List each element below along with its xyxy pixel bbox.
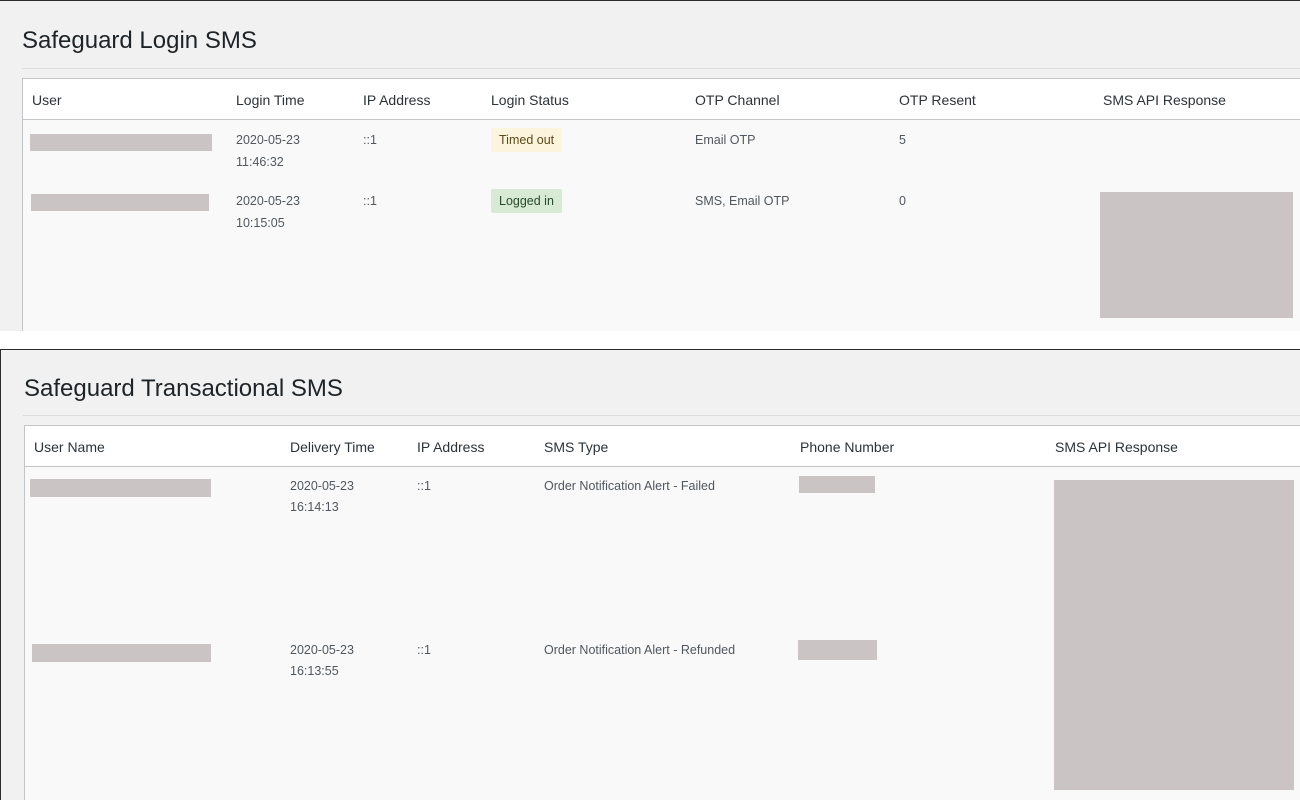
column-header-sms-api-response[interactable]: SMS API Response xyxy=(1103,91,1226,109)
transactional-sms-table: User Name Delivery Time IP Address SMS T… xyxy=(24,425,1300,800)
column-header-ip-address[interactable]: IP Address xyxy=(417,438,484,456)
column-header-delivery-time[interactable]: Delivery Time xyxy=(290,438,375,456)
column-header-phone-number[interactable]: Phone Number xyxy=(800,438,894,456)
ip-address: ::1 xyxy=(417,643,431,657)
column-header-login-time[interactable]: Login Time xyxy=(236,91,304,109)
column-header-otp-resent[interactable]: OTP Resent xyxy=(899,91,976,109)
otp-resent-count: 0 xyxy=(899,194,906,208)
login-sms-table: User Login Time IP Address Login Status … xyxy=(22,78,1300,331)
transactional-sms-panel: Safeguard Transactional SMS User Name De… xyxy=(0,349,1300,800)
redacted-sms-api-response xyxy=(1054,480,1294,790)
status-badge: Timed out xyxy=(491,128,563,152)
login-time: 10:15:05 xyxy=(236,216,285,230)
table-header: User Login Time IP Address Login Status … xyxy=(23,79,1300,120)
delivery-date: 2020-05-23 xyxy=(290,479,354,493)
login-date: 2020-05-23 xyxy=(236,194,300,208)
login-sms-panel: Safeguard Login SMS User Login Time IP A… xyxy=(0,0,1300,331)
page-title: Safeguard Login SMS xyxy=(22,27,257,54)
page-title: Safeguard Transactional SMS xyxy=(24,375,343,402)
column-header-login-status[interactable]: Login Status xyxy=(491,91,569,109)
otp-channel: Email OTP xyxy=(695,133,756,147)
redacted-user-name xyxy=(32,644,211,662)
redacted-phone-number xyxy=(799,476,875,493)
column-header-user-name[interactable]: User Name xyxy=(34,438,105,456)
status-badge: Logged in xyxy=(491,189,562,213)
sms-type: Order Notification Alert - Failed xyxy=(544,479,715,493)
column-header-otp-channel[interactable]: OTP Channel xyxy=(695,91,780,109)
column-header-user[interactable]: User xyxy=(32,91,62,109)
otp-channel: SMS, Email OTP xyxy=(695,194,790,208)
sms-type: Order Notification Alert - Refunded xyxy=(544,643,736,657)
otp-resent-count: 5 xyxy=(899,133,906,147)
ip-address: ::1 xyxy=(363,194,377,208)
column-header-sms-type[interactable]: SMS Type xyxy=(544,438,608,456)
redacted-user xyxy=(31,194,209,211)
login-date: 2020-05-23 xyxy=(236,133,300,147)
delivery-date: 2020-05-23 xyxy=(290,643,354,657)
column-header-ip-address[interactable]: IP Address xyxy=(363,91,430,109)
delivery-time: 16:14:13 xyxy=(290,500,339,514)
redacted-user xyxy=(30,134,212,151)
ip-address: ::1 xyxy=(363,133,377,147)
delivery-time: 16:13:55 xyxy=(290,664,339,678)
login-time: 11:46:32 xyxy=(236,155,284,169)
redacted-phone-number xyxy=(798,640,877,660)
ip-address: ::1 xyxy=(417,479,431,493)
title-divider xyxy=(23,415,1300,416)
title-divider xyxy=(22,68,1300,69)
column-header-sms-api-response[interactable]: SMS API Response xyxy=(1055,438,1178,456)
table-header: User Name Delivery Time IP Address SMS T… xyxy=(25,426,1300,467)
redacted-sms-api-response xyxy=(1100,192,1293,318)
redacted-user-name xyxy=(30,479,211,497)
